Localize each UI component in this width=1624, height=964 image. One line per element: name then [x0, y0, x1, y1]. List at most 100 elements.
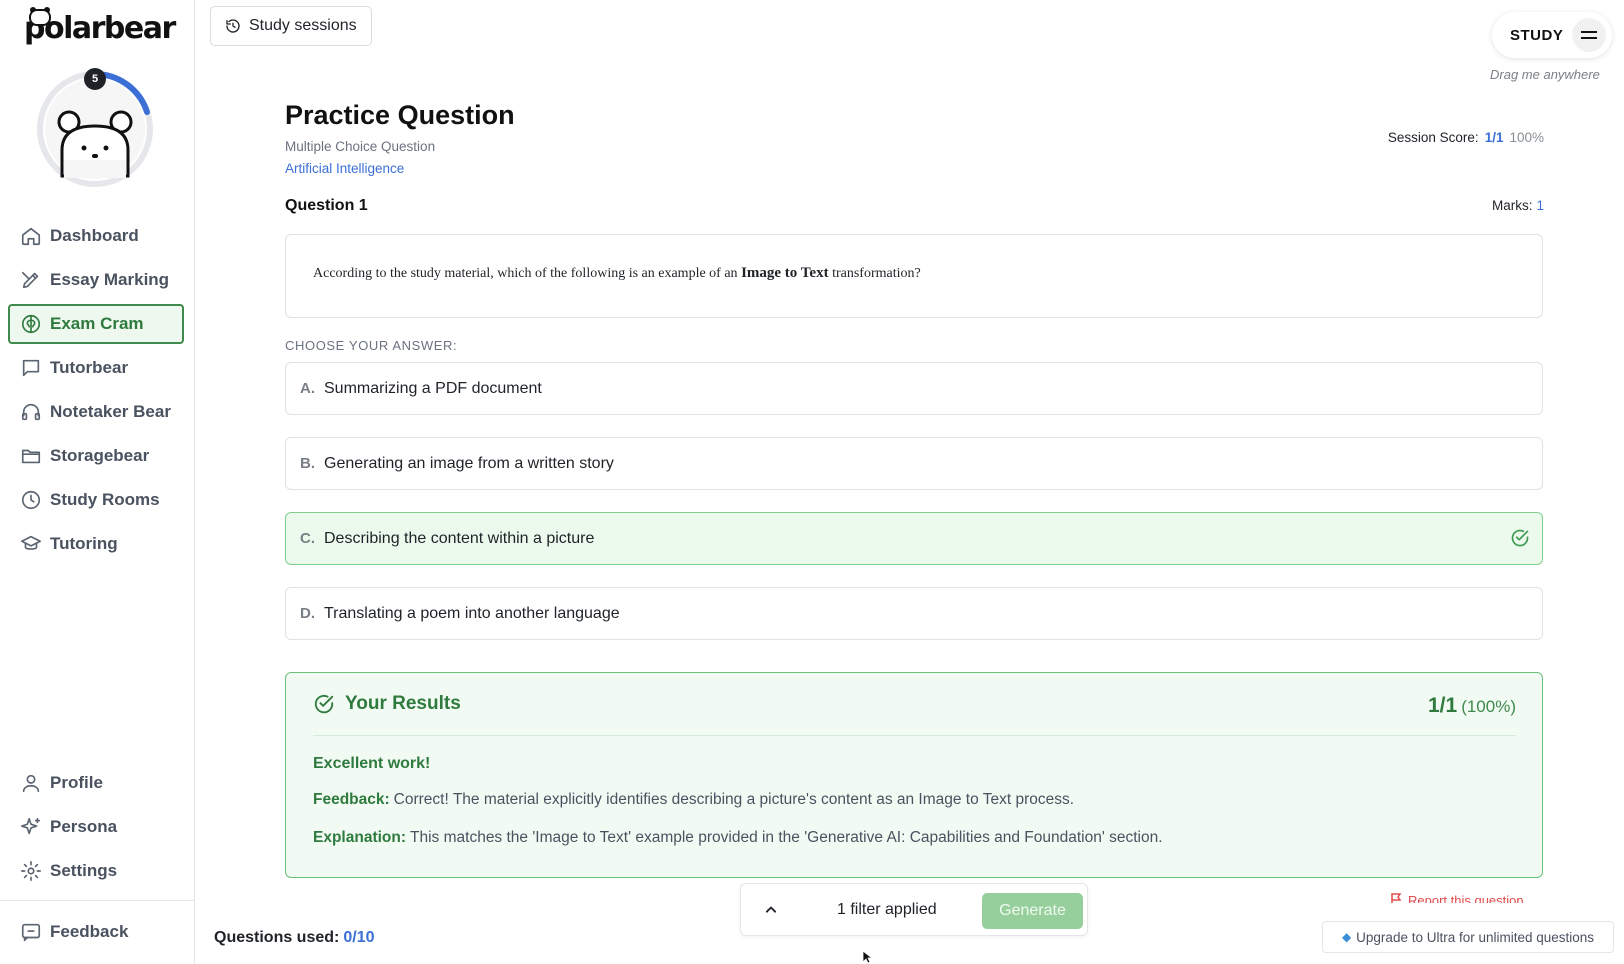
secondary-nav: Profile Persona Settings: [8, 763, 184, 895]
question-text-box: According to the study material, which o…: [285, 234, 1543, 318]
sidebar-divider: [0, 900, 195, 901]
clock-icon: [21, 490, 41, 510]
brain-icon: [21, 314, 41, 334]
chevron-up-icon[interactable]: [761, 900, 781, 920]
filter-status[interactable]: 1 filter applied: [837, 901, 937, 919]
option-text: Describing the content within a picture: [324, 529, 595, 547]
sidebar-item-settings[interactable]: Settings: [8, 851, 184, 891]
feedback-label: Feedback:: [313, 791, 390, 808]
question-text-highlight: Image to Text: [741, 265, 829, 281]
results-panel: Your Results 1/1 (100%) Excellent work! F…: [285, 672, 1543, 878]
option-text: Translating a poem into another language: [324, 604, 620, 622]
option-text: Generating an image from a written story: [324, 454, 614, 472]
sidebar-item-label: Feedback: [50, 922, 129, 941]
history-icon: [226, 19, 240, 33]
sidebar-item-tutoring[interactable]: Tutoring: [8, 524, 184, 564]
question-subject: Artificial Intelligence: [285, 161, 405, 176]
filter-bar: 1 filter applied Generate: [740, 883, 1088, 936]
report-question-label: Report this question: [1408, 893, 1524, 903]
results-header: Your Results: [313, 693, 461, 715]
home-icon: [21, 227, 41, 246]
sidebar: polarbear 5 Dashboard Essay Marking Exam…: [0, 0, 195, 964]
graduation-cap-icon: [21, 535, 41, 550]
marks-label: Marks:: [1491, 198, 1533, 213]
sidebar-item-exam-cram[interactable]: Exam Cram: [8, 304, 184, 344]
sidebar-item-label: Notetaker Bear: [50, 402, 171, 421]
flag-icon: [1391, 893, 1402, 903]
feedback-line: Feedback: Correct! The material explicitl…: [313, 791, 1074, 809]
answer-option-b[interactable]: B. Generating an image from a written st…: [285, 437, 1543, 490]
results-score-percent: (100%): [1461, 697, 1516, 716]
sidebar-item-feedback[interactable]: Feedback: [8, 912, 184, 952]
gear-icon: [21, 861, 41, 881]
study-sessions-label: Study sessions: [249, 17, 357, 34]
questions-used-value: 0/10: [343, 929, 375, 946]
study-menu-button[interactable]: [1572, 18, 1606, 52]
check-circle-icon: [314, 694, 334, 714]
marks-value: 1: [1536, 198, 1544, 213]
sidebar-item-profile[interactable]: Profile: [8, 763, 184, 803]
sidebar-item-label: Study Rooms: [50, 490, 160, 509]
feedback-nav: Feedback: [8, 912, 184, 956]
headphones-icon: [21, 403, 41, 421]
answer-option-a[interactable]: A. Summarizing a PDF document: [285, 362, 1543, 415]
sidebar-item-tutorbear[interactable]: Tutorbear: [8, 348, 184, 388]
session-score-value: 1/1: [1484, 130, 1504, 145]
session-score-percent: 100%: [1509, 130, 1544, 145]
option-letter: C.: [300, 530, 315, 547]
logo[interactable]: polarbear: [24, 6, 176, 46]
question-number: Question 1: [285, 197, 368, 214]
explanation-label: Explanation:: [313, 829, 407, 846]
option-letter: B.: [300, 455, 315, 472]
study-label: STUDY: [1510, 26, 1564, 44]
sidebar-item-label: Tutoring: [50, 534, 118, 553]
user-icon: [22, 774, 40, 793]
upgrade-label: Upgrade to Ultra for unlimited questions: [1356, 929, 1595, 945]
sidebar-item-essay-marking[interactable]: Essay Marking: [8, 260, 184, 300]
results-score-value: 1/1: [1427, 694, 1458, 717]
report-question-link[interactable]: Report this question: [1390, 893, 1524, 903]
sidebar-item-label: Essay Marking: [50, 270, 170, 289]
folder-icon: [21, 449, 41, 464]
mouse-cursor-icon: [862, 950, 874, 964]
option-letter: A.: [300, 380, 315, 397]
option-letter: D.: [300, 605, 315, 622]
explanation-text: This matches the 'Image to Text' example…: [410, 829, 1163, 846]
sidebar-item-label: Storagebear: [50, 446, 150, 465]
chat-icon: [22, 359, 40, 377]
session-score-label: Session Score:: [1387, 130, 1479, 145]
study-sessions-button[interactable]: Study sessions: [210, 6, 372, 46]
answer-option-d[interactable]: D. Translating a poem into another langu…: [285, 587, 1543, 640]
sidebar-item-label: Persona: [50, 817, 118, 836]
answer-option-c[interactable]: C. Describing the content within a pictu…: [285, 512, 1543, 565]
drag-hint: Drag me anywhere: [1490, 67, 1600, 82]
page-title: Practice Question: [285, 100, 515, 130]
questions-used-label: Questions used:: [214, 929, 340, 946]
menu-icon: [1581, 31, 1597, 39]
diamond-icon: ◆: [1341, 930, 1352, 944]
sidebar-item-label: Exam Cram: [50, 314, 144, 333]
sidebar-item-label: Settings: [50, 861, 118, 880]
sidebar-item-label: Tutorbear: [50, 358, 129, 377]
sidebar-item-persona[interactable]: Persona: [8, 807, 184, 847]
main-nav: Dashboard Essay Marking Exam Cram Tutorb…: [8, 216, 184, 568]
results-title: Your Results: [345, 693, 461, 714]
results-divider: [313, 735, 1516, 736]
pen-icon: [21, 271, 39, 289]
results-score: 1/1 (100%): [1428, 694, 1516, 718]
sidebar-item-notetaker-bear[interactable]: Notetaker Bear: [8, 392, 184, 432]
sidebar-item-storagebear[interactable]: Storagebear: [8, 436, 184, 476]
explanation-line: Explanation: This matches the 'Image to T…: [313, 829, 1163, 847]
sidebar-item-label: Dashboard: [50, 226, 139, 245]
upgrade-button[interactable]: ◆ Upgrade to Ultra for unlimited questio…: [1322, 921, 1614, 953]
message-square-icon: [21, 923, 41, 942]
avatar[interactable]: 5: [34, 68, 156, 190]
feedback-text: Correct! The material explicitly identif…: [393, 791, 1075, 808]
generate-button[interactable]: Generate: [982, 893, 1083, 929]
sidebar-item-dashboard[interactable]: Dashboard: [8, 216, 184, 256]
questions-used: Questions used: 0/10: [214, 929, 375, 947]
results-headline: Excellent work!: [313, 755, 431, 772]
study-widget[interactable]: STUDY: [1492, 12, 1612, 58]
sidebar-item-study-rooms[interactable]: Study Rooms: [8, 480, 184, 520]
session-score: Session Score: 1/1 100%: [1388, 130, 1544, 145]
